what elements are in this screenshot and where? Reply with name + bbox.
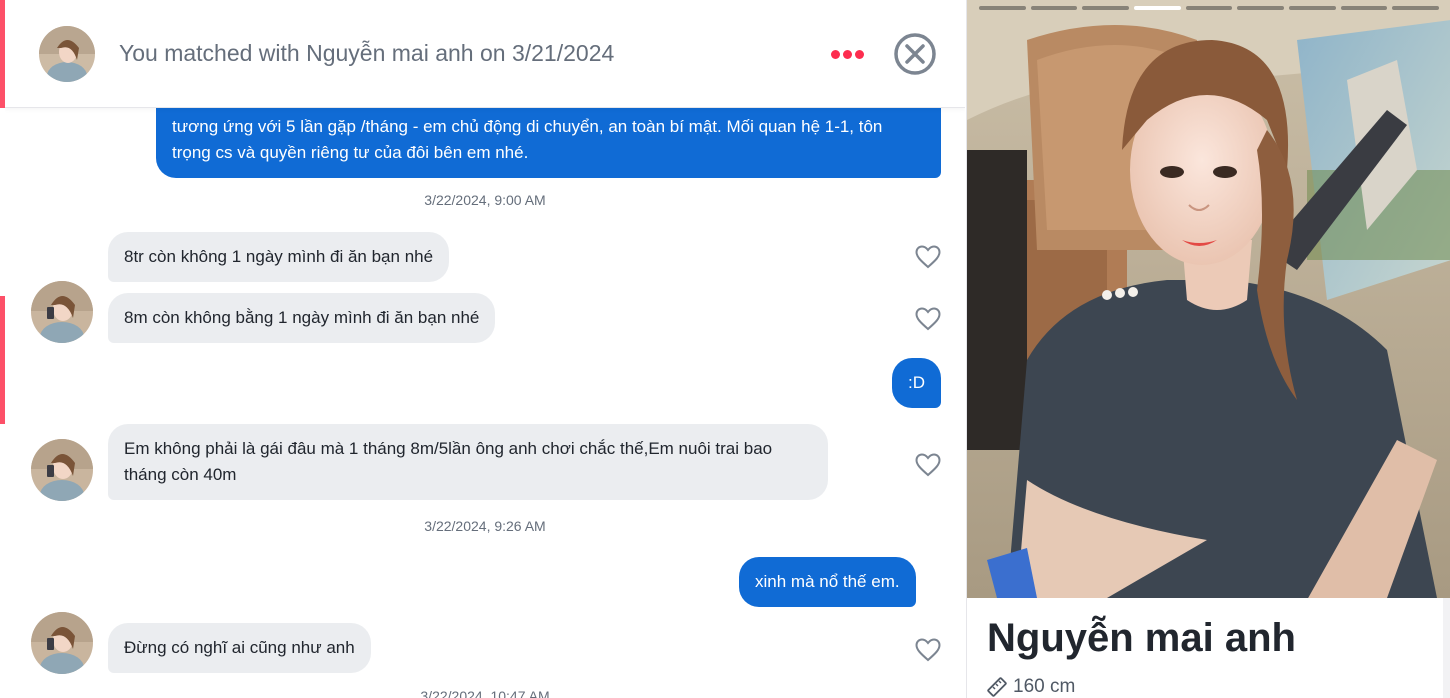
outgoing-message: tương ứng với 5 lần gặp /tháng - em chủ … bbox=[156, 100, 941, 178]
message-timestamp: 3/22/2024, 9:00 AM bbox=[424, 192, 546, 208]
profile-photo[interactable] bbox=[967, 0, 1450, 598]
more-dot bbox=[842, 49, 852, 59]
incoming-message: 8m còn không bằng 1 ngày mình đi ăn bạn … bbox=[108, 293, 496, 343]
match-avatar[interactable] bbox=[31, 439, 93, 501]
profile-height-value: 160 cm bbox=[1013, 676, 1076, 697]
outgoing-message: xinh mà nổ thế em. bbox=[739, 557, 916, 607]
match-title: You matched with Nguyễn mai anh on 3/21/… bbox=[119, 40, 615, 66]
ruler-icon bbox=[987, 677, 1007, 697]
profile-pane: Nguyễn mai anh 160 cm bbox=[966, 0, 1450, 698]
photo-indicator[interactable] bbox=[1289, 6, 1336, 10]
photo-indicator[interactable] bbox=[1340, 6, 1388, 10]
incoming-message: 8tr còn không 1 ngày mình đi ăn bạn nhé bbox=[108, 232, 450, 282]
like-heart-icon[interactable] bbox=[915, 307, 941, 331]
photo-indicator[interactable] bbox=[1237, 6, 1285, 10]
incoming-message: Đừng có nghĩ ai cũng như anh bbox=[108, 623, 371, 673]
profile-height: 160 cm bbox=[987, 676, 1075, 698]
message-timestamp: 3/22/2024, 9:26 AM bbox=[424, 518, 546, 534]
photo-indicator[interactable] bbox=[979, 6, 1026, 10]
outgoing-message: :D bbox=[892, 358, 941, 408]
profile-scrollbar[interactable] bbox=[1443, 598, 1450, 698]
profile-name: Nguyễn mai anh bbox=[987, 616, 1296, 660]
chat-header: You matched with Nguyễn mai anh on 3/21/… bbox=[5, 0, 965, 108]
app-window: You matched with Nguyễn mai anh on 3/21/… bbox=[0, 0, 1450, 698]
photo-indicator[interactable] bbox=[1030, 6, 1078, 10]
photo-indicator-active[interactable] bbox=[1134, 6, 1181, 10]
like-heart-icon[interactable] bbox=[915, 638, 941, 662]
like-heart-icon[interactable] bbox=[915, 245, 941, 269]
more-options-button[interactable] bbox=[827, 40, 867, 68]
photo-progress-bars bbox=[979, 6, 1440, 10]
message-thread[interactable]: tương ứng với 5 lần gặp /tháng - em chủ … bbox=[5, 100, 965, 698]
chat-pane: You matched with Nguyễn mai anh on 3/21/… bbox=[5, 0, 965, 698]
photo-indicator[interactable] bbox=[1185, 6, 1233, 10]
message-timestamp: 3/22/2024, 10:47 AM bbox=[420, 688, 550, 698]
more-dots-icon bbox=[830, 49, 840, 59]
match-avatar[interactable] bbox=[31, 612, 93, 674]
like-heart-icon[interactable] bbox=[915, 453, 941, 477]
match-avatar[interactable] bbox=[31, 281, 93, 343]
close-circle-icon bbox=[894, 33, 936, 75]
incoming-message: Em không phải là gái đâu mà 1 tháng 8m/5… bbox=[108, 424, 828, 500]
close-button[interactable] bbox=[893, 32, 937, 76]
photo-indicator[interactable] bbox=[1392, 6, 1440, 10]
match-avatar[interactable] bbox=[39, 26, 95, 82]
photo-indicator[interactable] bbox=[1082, 6, 1130, 10]
profile-photo-image bbox=[967, 0, 1450, 598]
more-dot bbox=[854, 49, 864, 59]
